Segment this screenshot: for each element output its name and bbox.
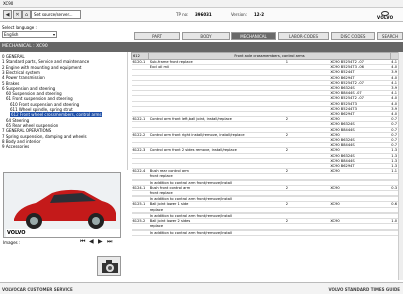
tree-item[interactable]: 611 Wheel spindle, spring strut	[10, 107, 73, 112]
images-label: Images :	[3, 240, 21, 245]
footer: VOLVOCAR CUSTOMER SERVICE VOLVO STANDARD…	[0, 282, 403, 294]
tree-item[interactable]: 0 GENERAL	[2, 54, 25, 59]
tree-item[interactable]: 6 Suspension and steering	[2, 86, 55, 91]
tab-search[interactable]: SEARCH	[377, 32, 403, 40]
footer-right: VOLVO STANDARD TIMES GUIDE	[328, 287, 400, 292]
tp-label: TP no:	[176, 12, 189, 17]
scrollbar[interactable]	[398, 52, 403, 280]
tree-item[interactable]: 61 Front suspension and steering	[6, 96, 73, 101]
tree-item[interactable]: 65 Rear wheel suspension	[6, 123, 58, 128]
window-title: XC90	[3, 1, 14, 6]
language-select[interactable]: English ▾	[2, 31, 57, 38]
tab-mechanical[interactable]: MECHANICAL	[231, 32, 276, 40]
tab-body[interactable]: BODY	[182, 32, 230, 40]
tree-item[interactable]: 7 GENERAL OPERATIONS	[2, 128, 51, 133]
section-title: Front axle crossmembers, control arms	[148, 52, 391, 60]
section-code: 612	[131, 52, 150, 60]
tab-part[interactable]: PART	[134, 32, 180, 40]
image-caption: VOLVO	[7, 230, 26, 236]
chevron-down-icon: ▾	[52, 32, 55, 37]
camera-icon	[102, 260, 118, 273]
table-row: In addition to control arm front/remove/…	[131, 230, 403, 236]
tree-item[interactable]: 60 Suspension and steering	[6, 91, 62, 96]
back-icon[interactable]: ◀	[3, 10, 12, 19]
close-icon[interactable]: ✕	[13, 10, 22, 19]
tree-item[interactable]: 610 Front suspension and steering	[10, 102, 79, 107]
cell-model	[329, 230, 391, 236]
tab-labor-codes[interactable]: LABOR-CODES	[278, 32, 329, 40]
tab-disc-codes[interactable]: DISC CODES	[331, 32, 375, 40]
volvo-logo: VOLVO	[377, 11, 393, 20]
version-value: 12-2	[254, 12, 265, 17]
tp-value: 396031	[195, 12, 212, 17]
camera-button[interactable]	[97, 256, 121, 276]
labor-times-table: 612 Front axle crossmembers, control arm…	[131, 52, 403, 280]
first-image-icon[interactable]: ⏮	[80, 239, 85, 245]
tree-item[interactable]: 8 Body and interior	[2, 139, 41, 144]
tree-item[interactable]: 3 Electrical system	[2, 70, 40, 75]
breadcrumb: MECHANICAL : XC90	[0, 42, 403, 52]
tree-item[interactable]: 2 Engine with mounting and equipment	[2, 65, 81, 70]
tree-item[interactable]: 1 Standard parts, Service and maintenanc…	[2, 59, 89, 64]
tree-item[interactable]: 7 Spring suspension, damping and wheels	[2, 134, 87, 139]
home-icon[interactable]: ⌂	[22, 10, 31, 19]
navigation-tree: 0 GENERAL 1 Standard parts, Service and m…	[0, 52, 128, 170]
title-bar: XC90	[0, 0, 403, 8]
version-label: Version:	[231, 12, 248, 17]
cell-desc: In addition to control arm front/remove/…	[148, 230, 285, 236]
tree-item[interactable]: 5 Brakes	[2, 81, 19, 86]
tree-item[interactable]: 64 Steering	[6, 118, 29, 123]
tree-item[interactable]: 9 Accessories	[2, 144, 29, 149]
tree-item[interactable]: 612 Front wheel crossmembers, control ar…	[10, 112, 103, 118]
toolbar: ◀ ✕ ⌂ Set source/server... TP no: 396031…	[0, 8, 403, 22]
footer-left: VOLVOCAR CUSTOMER SERVICE	[2, 287, 73, 292]
table-header-row: 612 Front axle crossmembers, control arm…	[131, 52, 403, 60]
tree-item[interactable]: 4 Power transmission	[2, 75, 45, 80]
language-label: Select language :	[2, 25, 37, 30]
car-image: VOLVO	[3, 172, 121, 238]
language-value: English	[4, 32, 19, 37]
select-server-button[interactable]: Set source/server...	[31, 10, 81, 19]
cell-code	[131, 230, 149, 236]
next-image-icon[interactable]: ▶	[98, 239, 103, 245]
last-image-icon[interactable]: ⏭	[107, 239, 112, 245]
cell-qty	[284, 230, 330, 236]
previous-image-icon[interactable]: ◀	[89, 239, 94, 245]
